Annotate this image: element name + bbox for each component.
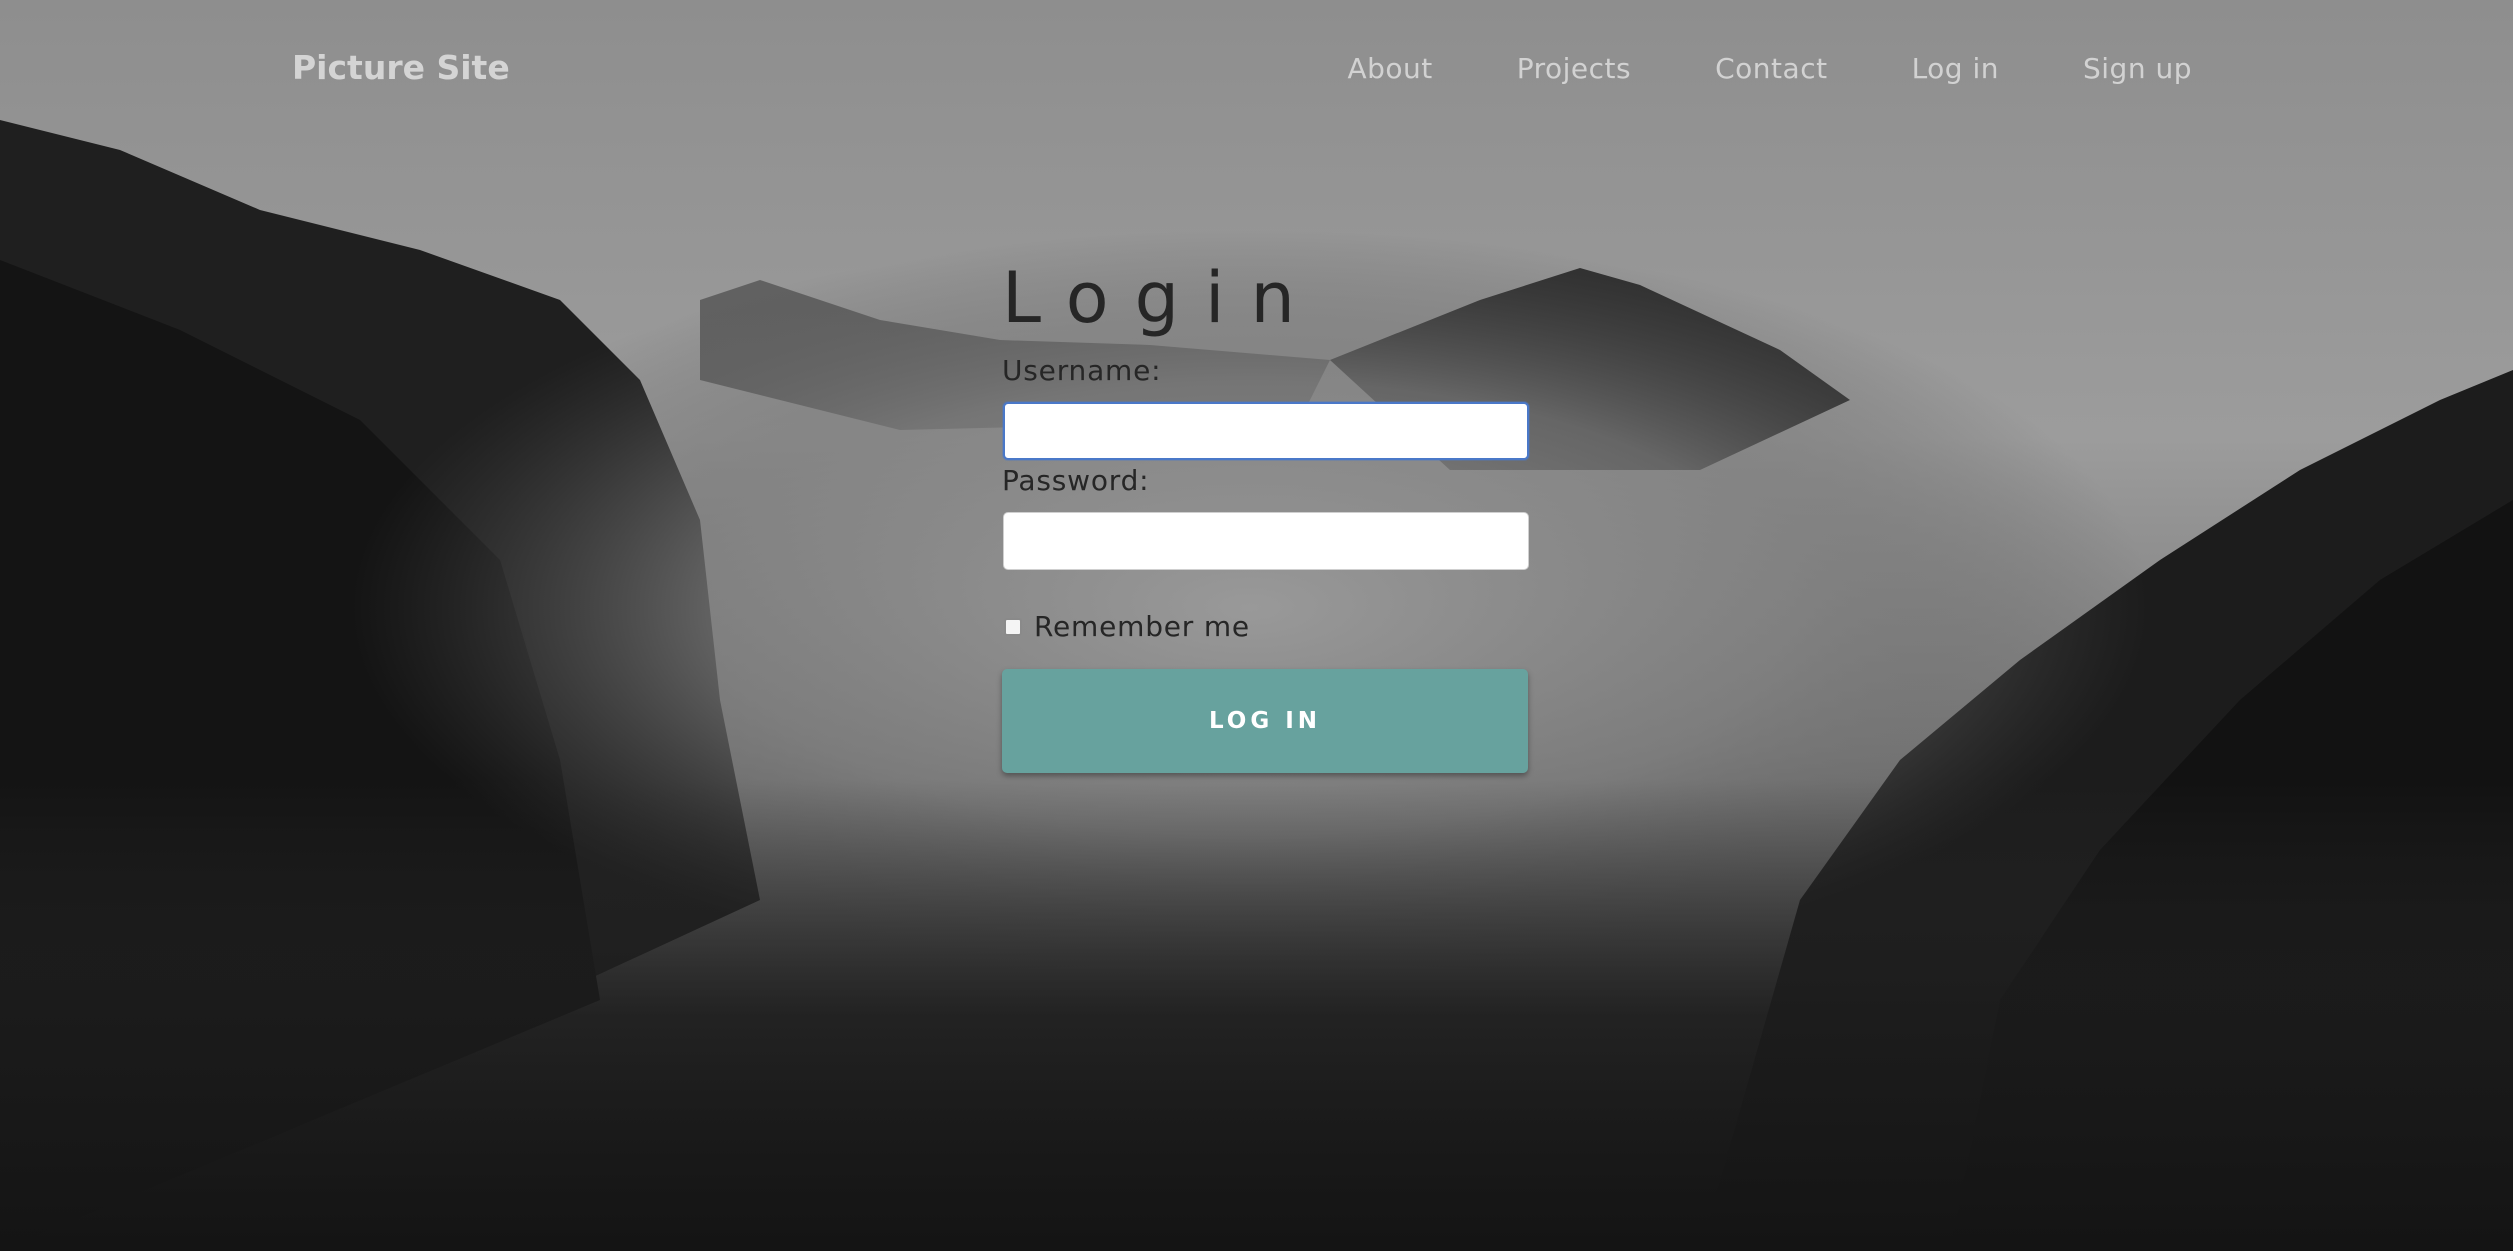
top-navbar: Picture Site About Projects Contact Log … bbox=[0, 0, 2513, 142]
nav-links: About Projects Contact Log in Sign up bbox=[1347, 52, 2192, 85]
brand-logo-link[interactable]: Picture Site bbox=[292, 48, 510, 87]
nav-link-login[interactable]: Log in bbox=[1912, 52, 1999, 85]
nav-link-projects[interactable]: Projects bbox=[1517, 52, 1631, 85]
remember-me-checkbox[interactable] bbox=[1004, 617, 1022, 636]
username-label: Username: bbox=[1002, 354, 1162, 387]
password-label: Password: bbox=[1002, 464, 1150, 497]
nav-link-about[interactable]: About bbox=[1347, 52, 1432, 85]
nav-link-contact[interactable]: Contact bbox=[1715, 52, 1827, 85]
username-input[interactable] bbox=[1003, 402, 1529, 460]
remember-me-row: Remember me bbox=[1002, 610, 1528, 643]
remember-me-label: Remember me bbox=[1034, 610, 1250, 643]
password-input[interactable] bbox=[1003, 512, 1529, 570]
login-submit-button[interactable]: LOG IN bbox=[1002, 669, 1528, 773]
login-form: Login Username: Password: Remember me LO… bbox=[1002, 256, 1529, 773]
nav-link-signup[interactable]: Sign up bbox=[2083, 52, 2192, 85]
login-title: Login bbox=[1002, 257, 1321, 339]
